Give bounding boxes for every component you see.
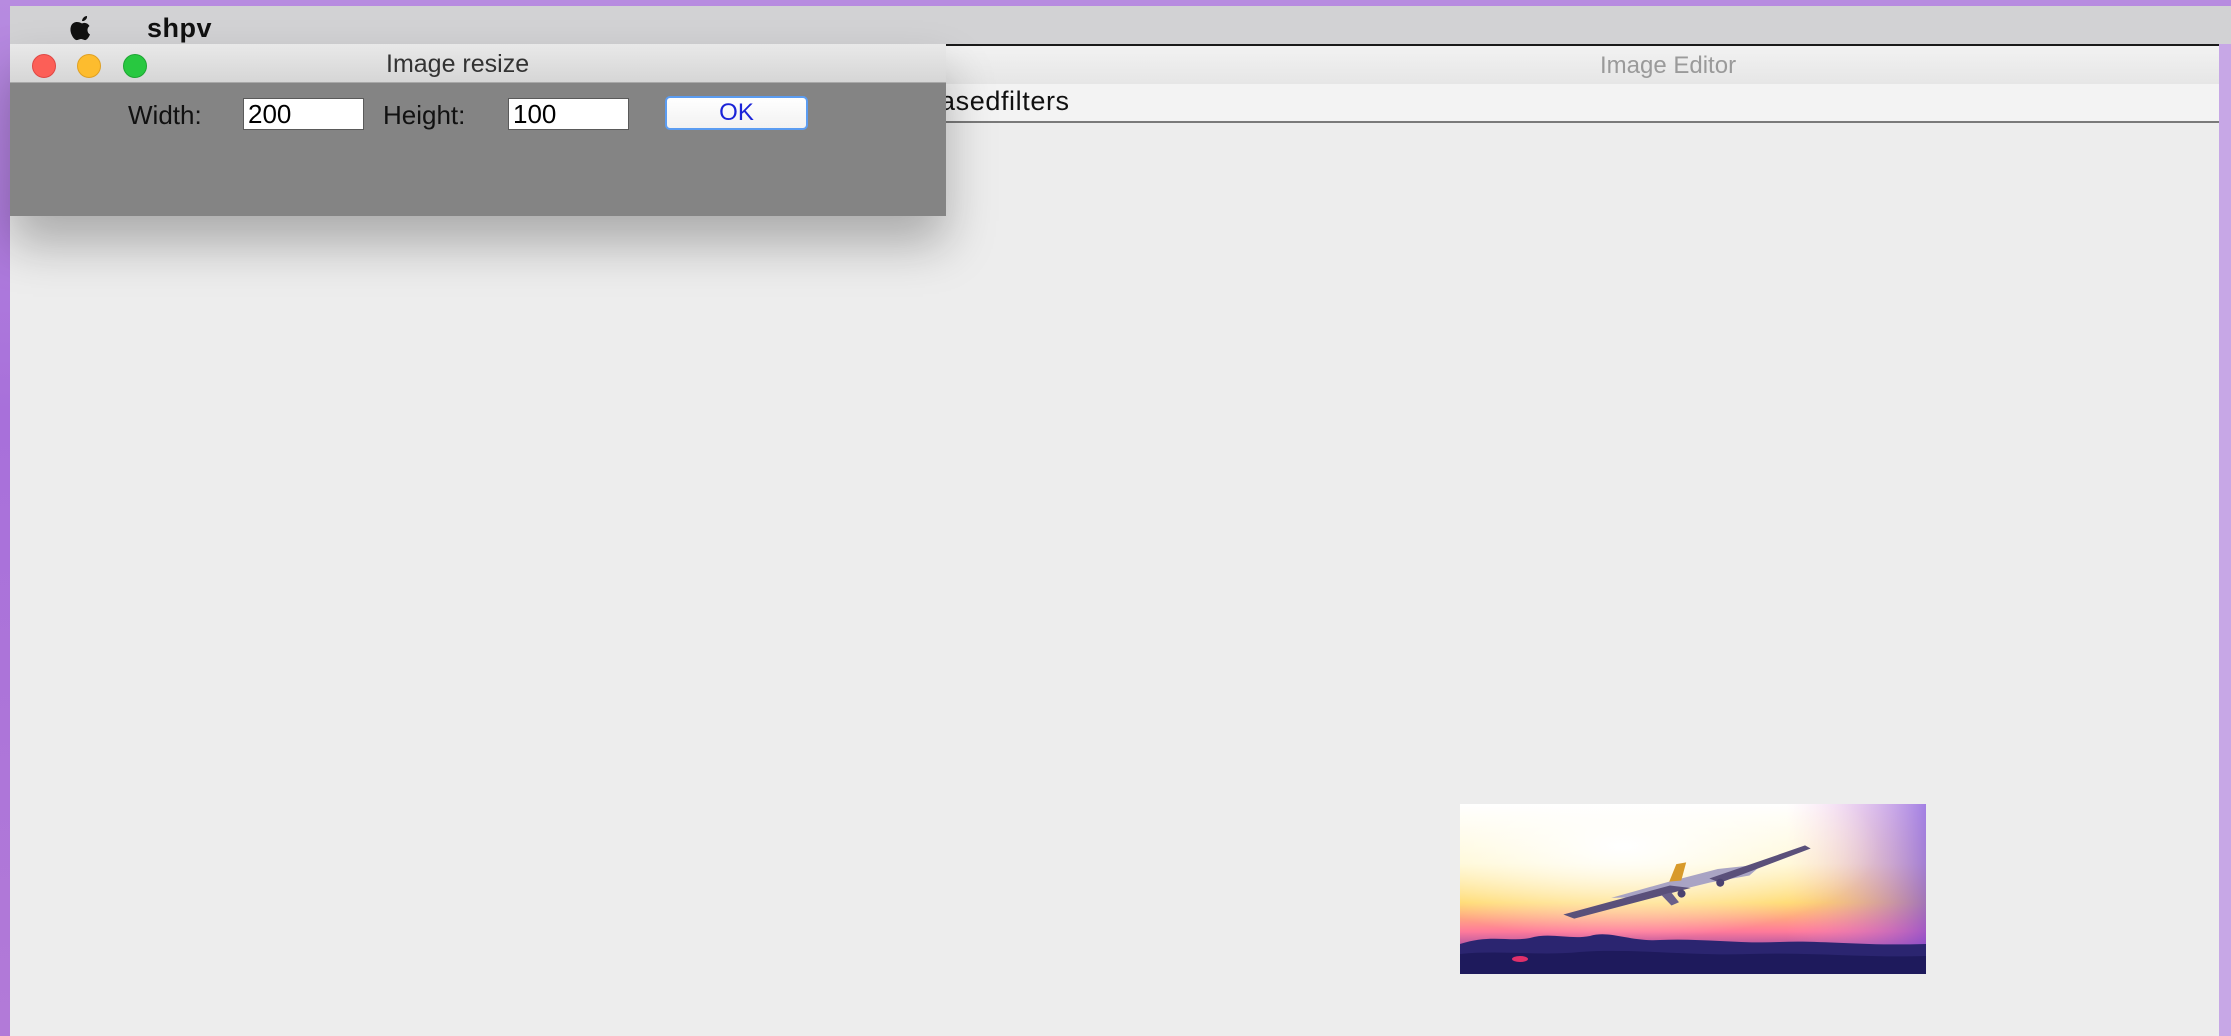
- airplane-sunset-image: [1460, 804, 1926, 974]
- ok-button[interactable]: OK: [665, 96, 808, 130]
- close-window-button[interactable]: [32, 54, 56, 78]
- zoom-window-button[interactable]: [123, 54, 147, 78]
- height-input[interactable]: [508, 98, 629, 130]
- menu-bar: shpv: [10, 6, 2231, 46]
- height-label: Height:: [383, 100, 466, 130]
- window-right-edge: [2219, 44, 2231, 1036]
- dialog-titlebar[interactable]: Image resize: [10, 44, 946, 83]
- image-resize-dialog: Image resize Width: Height: OK: [10, 44, 946, 216]
- apple-logo-icon[interactable]: [60, 12, 102, 42]
- minimize-window-button[interactable]: [77, 54, 101, 78]
- filters-menu-label[interactable]: asedfilters: [940, 86, 1070, 117]
- width-label: Width:: [128, 100, 202, 130]
- main-window-title: Image Editor: [1600, 52, 1737, 79]
- width-input[interactable]: [243, 98, 364, 130]
- menubar-app-name[interactable]: shpv: [147, 13, 212, 44]
- dialog-title: Image resize: [386, 50, 530, 78]
